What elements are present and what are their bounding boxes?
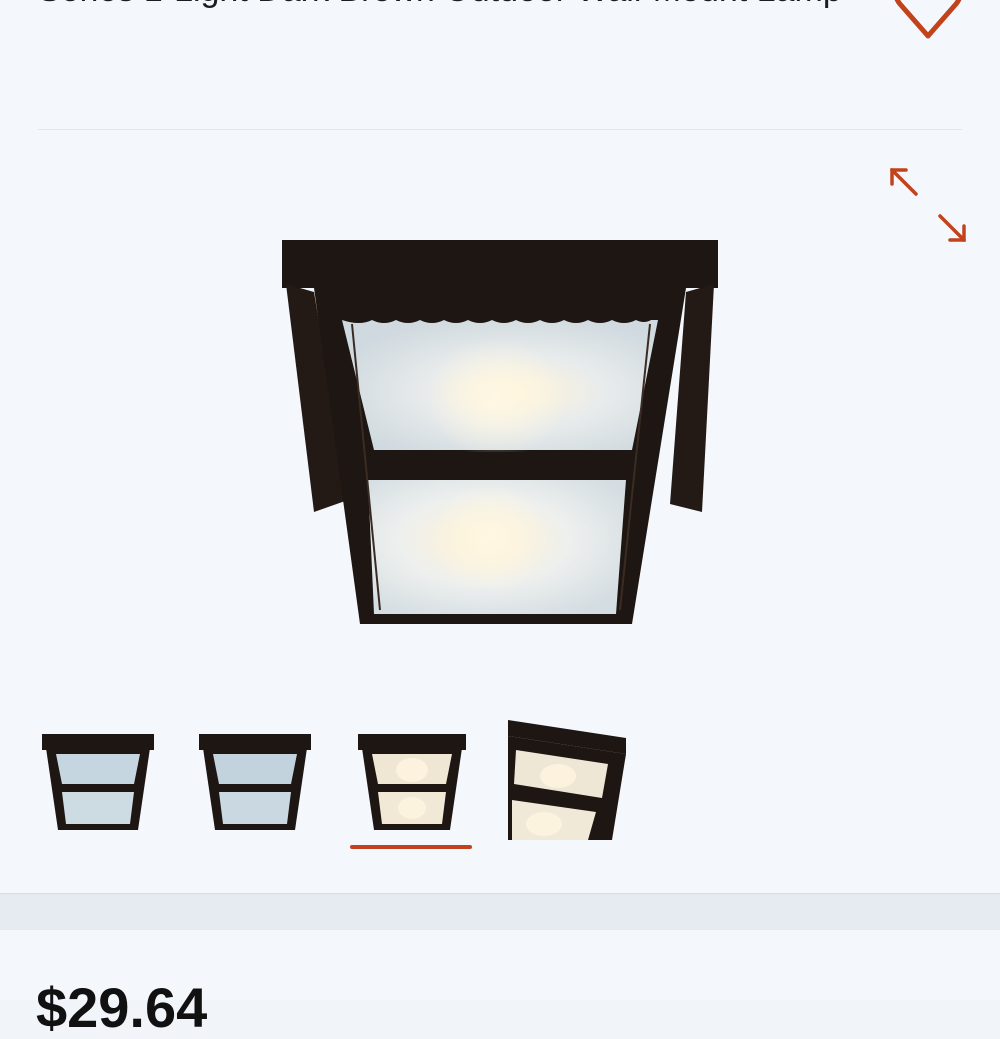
expand-image-button[interactable] <box>884 160 972 248</box>
expand-icon <box>890 168 966 242</box>
thumbnail-image <box>358 734 466 830</box>
thumbnail-2[interactable] <box>195 720 315 840</box>
thumbnail-4[interactable] <box>508 720 628 840</box>
product-price: $29.64 <box>36 976 208 1039</box>
thumbnail-1[interactable] <box>38 720 158 840</box>
product-card: Series 1-Light Dark Brown Outdoor Wall-M… <box>0 0 1000 894</box>
thumbnail-image <box>42 734 154 830</box>
product-title: Series 1-Light Dark Brown Outdoor Wall-M… <box>38 0 858 13</box>
section-separator <box>0 894 1000 930</box>
selected-thumbnail-indicator <box>350 845 472 849</box>
lamp-image <box>282 240 718 624</box>
title-divider <box>38 129 962 130</box>
thumbnail-3[interactable] <box>352 720 472 840</box>
price-section: $29.64 <box>0 930 1000 1038</box>
product-main-image[interactable] <box>270 228 730 638</box>
favorite-button[interactable] <box>892 0 964 42</box>
heart-icon <box>894 0 962 39</box>
thumbnail-image <box>508 720 626 840</box>
thumbnail-image <box>199 734 311 830</box>
